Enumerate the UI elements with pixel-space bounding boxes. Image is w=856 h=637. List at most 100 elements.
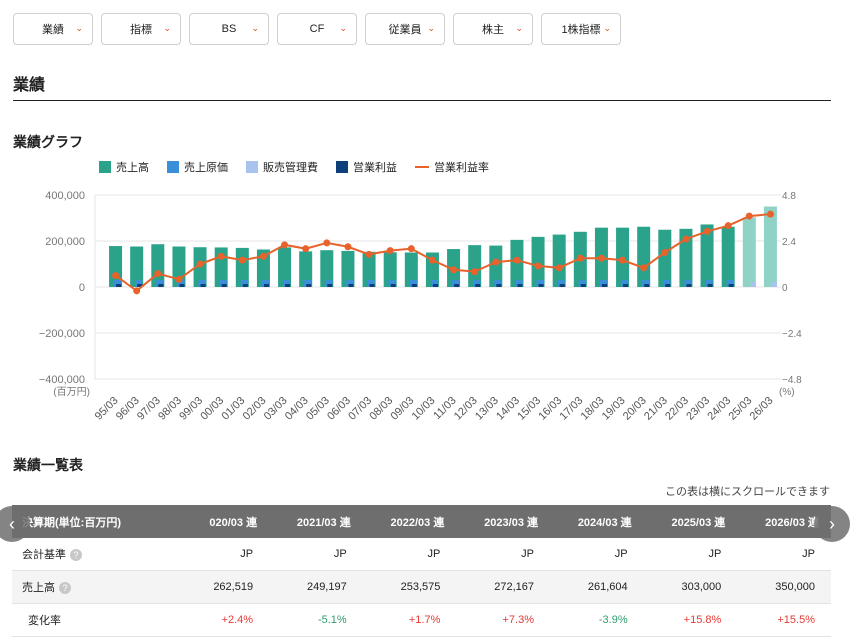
table-cell: 261,604 [550, 570, 644, 604]
x-tick-label: 02/03 [241, 395, 269, 423]
table-cell: +7.3% [456, 603, 550, 637]
op-income-bar [390, 284, 396, 287]
op-income-bar [116, 284, 122, 287]
legend-item-op-income[interactable]: 営業利益 [336, 159, 397, 175]
op-income-bar [158, 284, 164, 287]
x-tick-label: 98/03 [156, 395, 184, 423]
tab-employees[interactable]: 従業員 ⌄ [365, 13, 445, 45]
op-margin-point [112, 272, 120, 279]
x-tick-label: 15/03 [515, 395, 543, 423]
legend-item-sga[interactable]: 販売管理費 [246, 159, 318, 175]
y-tick-label: 200,000 [45, 236, 85, 248]
sga-bar [750, 282, 756, 287]
op-margin-point [619, 256, 627, 264]
x-tick-label: 06/03 [325, 395, 353, 423]
chart-legend: 売上高 売上原価 販売管理費 営業利益 営業利益率 [99, 159, 489, 175]
y2-unit-label: (%) [779, 387, 795, 398]
tab-bs[interactable]: BS ⌄ [189, 13, 269, 45]
y-tick-label: 400,000 [45, 190, 85, 202]
op-margin-point [513, 256, 521, 264]
legend-item-cogs[interactable]: 売上原価 [167, 159, 228, 175]
tab-label: 1株指標 [561, 24, 601, 36]
op-income-bar [665, 284, 671, 287]
op-margin-point [281, 241, 289, 249]
op-margin-point [640, 264, 648, 272]
op-margin-point [323, 239, 331, 247]
x-tick-label: 10/03 [410, 395, 438, 423]
row-label: 変化率 [12, 603, 185, 637]
op-margin-point [259, 252, 267, 260]
op-income-bar [686, 284, 692, 287]
tab-label: CF [309, 23, 325, 35]
x-tick-label: 22/03 [663, 395, 691, 423]
table-cell: +15.5% [737, 603, 831, 637]
op-income-bar [348, 284, 354, 287]
row-label: 売上高? [12, 570, 185, 604]
x-tick-label: 01/03 [219, 395, 247, 423]
table-cell: JP [550, 538, 644, 571]
legend-label: 営業利益率 [434, 162, 489, 174]
op-income-bar [517, 284, 523, 287]
section-divider [13, 100, 831, 101]
op-margin-point [471, 268, 479, 276]
table-cell: 350,000 [737, 570, 831, 604]
x-tick-label: 26/03 [748, 395, 776, 423]
table-header: 2025/03 連 [643, 505, 738, 538]
y2-tick-label: −4.8 [782, 375, 802, 386]
table-header: 020/03 連 [184, 505, 270, 538]
op-margin-point [450, 266, 458, 274]
scroll-right-button[interactable]: › [814, 506, 850, 542]
table-header: 決算期(単位:百万円) [12, 505, 185, 538]
table-row: 会計基準? JP JP JP JP JP JP JP [12, 538, 831, 571]
op-margin-point [576, 254, 584, 262]
tab-cf[interactable]: CF ⌄ [277, 13, 357, 45]
tab-per-share[interactable]: 1株指標 ⌄ [541, 13, 621, 45]
sga-bar [771, 282, 777, 287]
y-unit-label: (百万円) [53, 386, 90, 398]
performance-chart: 400,000 200,000 0 −200,000 −400,000 4.8 2.4 0 −2… [39, 190, 802, 423]
table-cell: +2.4% [184, 603, 270, 637]
op-income-bar [644, 284, 650, 287]
op-margin-point [196, 260, 204, 268]
op-margin-point [365, 250, 373, 258]
op-margin-point [492, 258, 500, 266]
op-margin-point [302, 245, 310, 253]
legend-label: 販売管理費 [263, 162, 318, 174]
help-icon[interactable]: ? [59, 582, 71, 594]
legend-swatch [167, 161, 179, 173]
table-cell: +1.7% [362, 603, 457, 637]
tab-label: 従業員 [388, 24, 422, 36]
legend-item-sales[interactable]: 売上高 [99, 159, 149, 175]
legend-swatch [99, 161, 111, 173]
x-tick-label: 21/03 [642, 395, 670, 423]
tab-shareholders[interactable]: 株主 ⌄ [453, 13, 533, 45]
op-income-bar [263, 284, 269, 287]
y-tick-label: −200,000 [39, 328, 85, 340]
op-income-bar [707, 284, 713, 287]
op-margin-point [175, 275, 183, 283]
x-tick-label: 13/03 [473, 395, 501, 423]
help-icon[interactable]: ? [70, 549, 82, 561]
table-cell: JP [269, 538, 363, 571]
y2-tick-label: −2.4 [782, 329, 802, 340]
tab-indicators[interactable]: 指標 ⌄ [101, 13, 181, 45]
scroll-note: この表は横にスクロールできます [665, 486, 830, 498]
op-income-bar [496, 284, 502, 287]
x-tick-label: 23/03 [684, 395, 712, 423]
x-tick-label: 19/03 [600, 395, 628, 423]
table-cell: 249,197 [269, 570, 363, 604]
x-tick-label: 00/03 [198, 395, 226, 423]
chevron-down-icon: ⌄ [603, 23, 611, 33]
tab-performance[interactable]: 業績 ⌄ [13, 13, 93, 45]
table-cell: -5.1% [269, 603, 363, 637]
op-income-bar [221, 284, 227, 287]
op-income-bar [327, 284, 333, 287]
op-income-bar [200, 284, 206, 287]
table-cell: -3.9% [550, 603, 644, 637]
op-margin-point [534, 262, 542, 270]
legend-item-op-margin[interactable]: 営業利益率 [415, 159, 489, 175]
table-cell: 303,000 [643, 570, 738, 604]
chevron-down-icon: ⌄ [427, 23, 435, 33]
sales-bar [531, 236, 545, 287]
table-header: 2023/03 連 [456, 505, 550, 538]
